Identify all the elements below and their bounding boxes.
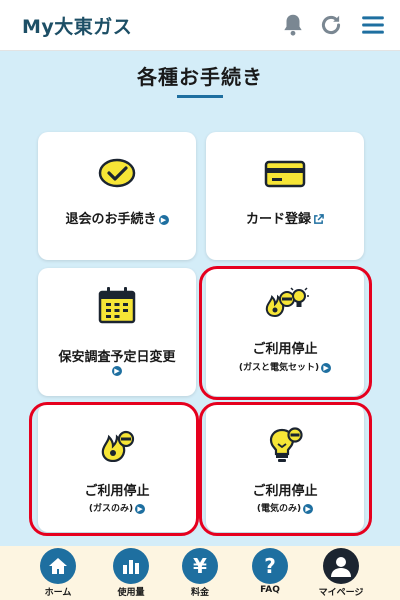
stop-gas-only-label: ご利用停止 (84, 484, 150, 499)
user-icon (331, 557, 351, 577)
light-bulb-icon (269, 427, 303, 462)
arrow-circle-icon: ▶ (303, 503, 314, 514)
nav-mypage[interactable]: マイページ (311, 548, 371, 600)
menu-icon[interactable] (360, 12, 386, 38)
stop-electric-only-sub: (電気のみ) (256, 504, 302, 514)
gas-electric-icon (265, 287, 309, 318)
bottom-nav: ホーム 使用量 ¥ 料金 ? FAQ マイページ (0, 546, 400, 600)
home-icon (49, 558, 67, 574)
stop-gas-electric-sub: (ガスと電気セット) (238, 363, 320, 373)
stop-electric-only-label: ご利用停止 (252, 484, 318, 499)
nav-faq-label: FAQ (260, 585, 280, 595)
withdrawal-card[interactable]: 退会のお手続き ▶ (38, 132, 196, 260)
nav-mypage-label: マイページ (318, 588, 364, 598)
external-link-icon (314, 214, 324, 224)
question-icon: ? (264, 554, 276, 578)
withdrawal-label: 退会のお手続き (65, 212, 157, 227)
stop-gas-electric-label: ご利用停止 (252, 342, 318, 357)
arrow-circle-icon: ▶ (158, 214, 169, 225)
bar-chart-icon (123, 560, 139, 574)
arrow-circle-icon: ▶ (321, 362, 332, 373)
calendar-icon (98, 287, 136, 324)
safety-inspection-card[interactable]: 保安調査予定日変更 ▶ (38, 268, 196, 396)
yen-icon: ¥ (193, 554, 207, 578)
arrow-circle-icon: ▶ (112, 366, 122, 376)
arrow-circle-icon: ▶ (135, 503, 146, 514)
stop-gas-only-sub: (ガスのみ) (88, 504, 134, 514)
refresh-icon[interactable] (318, 12, 344, 38)
page-title: 各種お手続き (137, 65, 263, 89)
stop-gas-only-card[interactable]: ご利用停止 (ガスのみ) ▶ (38, 404, 196, 532)
check-circle-icon (98, 158, 136, 188)
title-underline (177, 95, 223, 98)
app-title: My大東ガス (22, 16, 133, 38)
nav-usage-label: 使用量 (117, 588, 145, 598)
stop-electric-only-card[interactable]: ご利用停止 (電気のみ) ▶ (206, 404, 364, 532)
credit-card-icon (264, 160, 306, 188)
nav-charges[interactable]: ¥ 料金 (170, 548, 230, 600)
gas-flame-icon (101, 430, 135, 462)
bell-icon[interactable] (280, 12, 306, 38)
nav-home-label: ホーム (44, 588, 72, 598)
nav-home[interactable]: ホーム (28, 548, 88, 600)
app-header: My大東ガス (0, 0, 400, 51)
safety-inspection-label: 保安調査予定日変更 (58, 350, 176, 365)
nav-usage[interactable]: 使用量 (101, 548, 161, 600)
card-registration-label: カード登録 (245, 212, 311, 227)
nav-charges-label: 料金 (190, 588, 209, 598)
nav-faq[interactable]: ? FAQ (240, 548, 300, 600)
procedures-panel: 各種お手続き 退会のお手続き ▶ カード登録 保安調査予定日変更 ▶ ご利用停止… (0, 51, 400, 546)
card-registration-card[interactable]: カード登録 (206, 132, 364, 260)
stop-gas-electric-card[interactable]: ご利用停止 (ガスと電気セット) ▶ (206, 268, 364, 396)
